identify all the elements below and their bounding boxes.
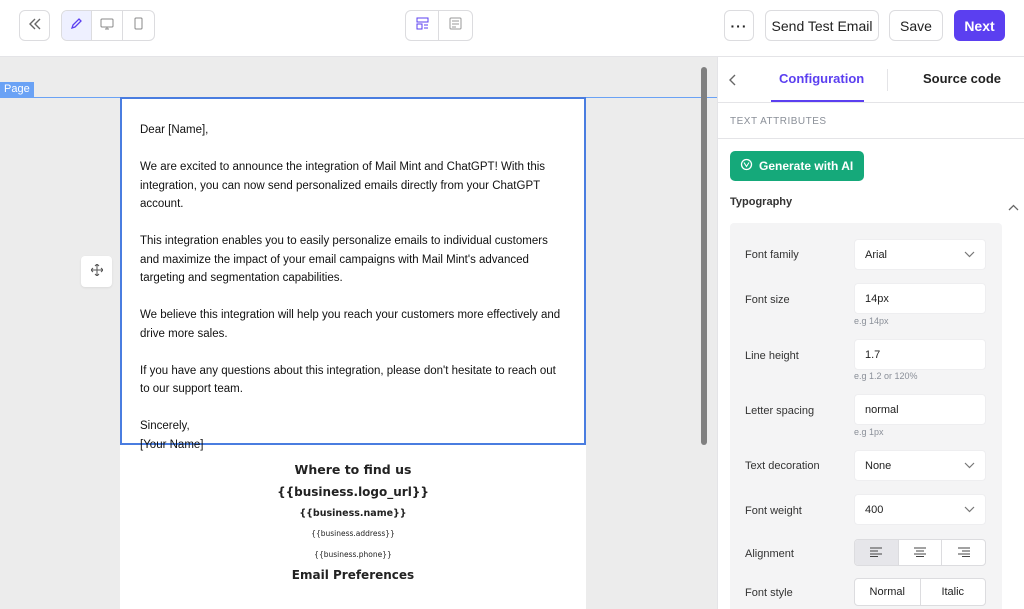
top-toolbar: ··· Send Test Email Save Next <box>0 0 1024 57</box>
font-family-select[interactable]: Arial <box>854 239 986 270</box>
line-height-label: Line height <box>745 350 799 362</box>
font-weight-value: 400 <box>865 503 884 516</box>
notes-icon <box>449 17 462 35</box>
footer-business-address: {{business.address}} <box>311 529 395 538</box>
view-switcher <box>405 10 473 41</box>
notes-view-button[interactable] <box>439 11 472 40</box>
edit-mode-button[interactable] <box>62 11 93 40</box>
font-size-value: 14px <box>865 292 889 305</box>
active-tab-indicator <box>771 100 864 102</box>
collapse-sidebar-button[interactable] <box>19 10 50 41</box>
align-right-button[interactable] <box>942 540 985 565</box>
font-style-group: Normal Italic <box>854 578 986 606</box>
line-height-input[interactable]: 1.7 <box>854 339 986 370</box>
align-center-icon <box>914 544 926 562</box>
move-icon <box>90 263 103 281</box>
chevron-down-icon <box>964 249 975 261</box>
font-style-label: Font style <box>745 587 793 599</box>
desktop-preview-button[interactable] <box>92 11 123 40</box>
tab-source-code[interactable]: Source code <box>923 71 1001 86</box>
openai-icon <box>740 158 753 174</box>
alignment-group <box>854 539 986 566</box>
footer-logo-placeholder: {{business.logo_url}} <box>277 485 429 499</box>
pencil-icon <box>70 17 83 35</box>
email-footer: Where to find us {{business.logo_url}} {… <box>120 445 586 582</box>
layout-view-button[interactable] <box>406 11 440 40</box>
more-options-button[interactable]: ··· <box>724 10 754 41</box>
footer-business-phone: {{business.phone}} <box>314 550 392 559</box>
typography-settings: Font family Arial Font size 14px e.g 14p… <box>730 223 1002 609</box>
line-height-value: 1.7 <box>865 348 881 361</box>
send-test-email-button[interactable]: Send Test Email <box>765 10 879 41</box>
tab-divider <box>887 69 888 91</box>
font-family-value: Arial <box>865 248 888 261</box>
email-body: Dear [Name], We are excited to announce … <box>120 97 586 609</box>
letter-spacing-input[interactable]: normal <box>854 394 986 425</box>
email-paragraph: If you have any questions about this int… <box>140 364 556 396</box>
font-size-hint: e.g 14px <box>854 316 889 326</box>
divider <box>718 138 1024 139</box>
footer-email-preferences[interactable]: Email Preferences <box>120 568 586 582</box>
canvas-scrollbar[interactable] <box>701 67 707 445</box>
font-style-normal-button[interactable]: Normal <box>855 579 921 605</box>
chevron-up-icon[interactable] <box>1008 198 1019 216</box>
mode-switcher <box>61 10 155 41</box>
email-paragraph: We believe this integration will help yo… <box>140 309 561 340</box>
font-style-italic-button[interactable]: Italic <box>921 579 986 605</box>
letter-spacing-label: Letter spacing <box>745 405 815 417</box>
align-right-icon <box>957 544 970 562</box>
font-weight-select[interactable]: 400 <box>854 494 986 525</box>
email-paragraph: This integration enables you to easily p… <box>140 235 548 284</box>
letter-spacing-hint: e.g 1px <box>854 427 884 437</box>
alignment-label: Alignment <box>745 548 794 560</box>
text-block-selected[interactable]: Dear [Name], We are excited to announce … <box>120 97 586 451</box>
font-weight-label: Font weight <box>745 505 802 517</box>
panel-back-button[interactable] <box>729 73 737 91</box>
align-left-button[interactable] <box>855 540 899 565</box>
email-paragraph: Dear [Name], <box>140 124 209 136</box>
font-size-label: Font size <box>745 294 790 306</box>
font-size-input[interactable]: 14px <box>854 283 986 314</box>
text-decoration-label: Text decoration <box>745 460 820 472</box>
mobile-icon <box>134 17 143 35</box>
footer-heading: Where to find us <box>294 462 412 477</box>
section-title: TEXT ATTRIBUTES <box>730 116 827 127</box>
save-button[interactable]: Save <box>889 10 943 41</box>
email-canvas: Page Dear [Name], We are excited to anno… <box>0 57 717 609</box>
chevron-down-icon <box>964 504 975 516</box>
chevron-down-icon <box>964 460 975 472</box>
generate-label: Generate with AI <box>759 159 854 173</box>
page-tag[interactable]: Page <box>0 82 34 97</box>
layout-icon <box>416 17 429 35</box>
letter-spacing-value: normal <box>865 403 899 416</box>
align-center-button[interactable] <box>899 540 943 565</box>
line-height-hint: e.g 1.2 or 120% <box>854 371 918 381</box>
tab-configuration[interactable]: Configuration <box>779 71 864 86</box>
align-left-icon <box>870 544 883 562</box>
email-paragraph: We are excited to announce the integrati… <box>140 161 546 210</box>
generate-with-ai-button[interactable]: Generate with AI <box>730 151 864 181</box>
text-decoration-value: None <box>865 459 892 472</box>
desktop-icon <box>100 17 114 35</box>
chevron-left-icon <box>729 73 737 90</box>
settings-panel: Configuration Source code TEXT ATTRIBUTE… <box>717 57 1024 609</box>
font-family-label: Font family <box>745 249 799 261</box>
typography-heading[interactable]: Typography <box>730 196 792 208</box>
double-chevron-left-icon <box>28 17 42 35</box>
panel-tabs: Configuration Source code <box>718 57 1024 103</box>
mobile-preview-button[interactable] <box>123 11 154 40</box>
text-decoration-select[interactable]: None <box>854 450 986 481</box>
footer-business-name: {{business.name}} <box>299 508 407 519</box>
move-block-handle[interactable] <box>81 256 112 287</box>
next-button[interactable]: Next <box>954 10 1005 41</box>
